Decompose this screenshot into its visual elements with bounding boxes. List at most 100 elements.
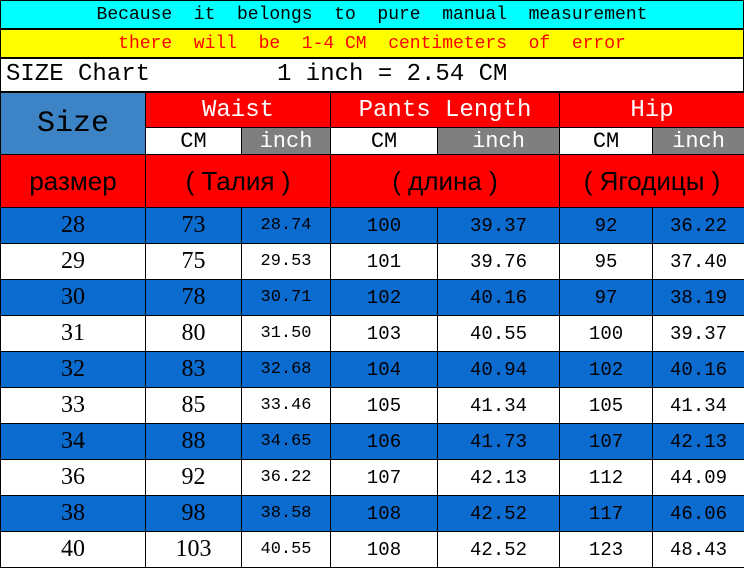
cell-length-cm: 103 [330, 315, 439, 352]
header-hip: Hip [559, 92, 744, 128]
cell-length-inch: 39.37 [437, 207, 561, 244]
cell-hip-cm: 117 [559, 495, 654, 532]
cell-hip-cm: 123 [559, 531, 654, 568]
cell-hip-cm: 95 [559, 243, 654, 280]
cell-size: 38 [0, 495, 146, 532]
cell-length-cm: 105 [330, 387, 439, 424]
cell-size: 28 [0, 207, 146, 244]
cell-waist-cm: 73 [145, 207, 242, 244]
unit-conversion: 1 inch = 2.54 CM [277, 61, 508, 88]
table-row: 38 98 38.58 108 42.52 117 46.06 [0, 495, 744, 532]
cell-length-cm: 108 [330, 531, 439, 568]
table-row: 29 75 29.53 101 39.76 95 37.40 [0, 243, 744, 280]
cell-length-cm: 107 [330, 459, 439, 496]
header-ru-size: размер [0, 154, 146, 208]
header-pants-length: Pants Length [330, 92, 561, 128]
cell-hip-cm: 97 [559, 279, 654, 316]
cell-size: 36 [0, 459, 146, 496]
size-chart-page: Because it belongs to pure manual measur… [0, 0, 744, 573]
cell-hip-inch: 40.16 [652, 351, 744, 388]
cell-waist-cm: 75 [145, 243, 242, 280]
table-row: 34 88 34.65 106 41.73 107 42.13 [0, 423, 744, 460]
cell-hip-cm: 105 [559, 387, 654, 424]
cell-waist-inch: 40.55 [240, 531, 332, 568]
cell-hip-inch: 36.22 [652, 207, 744, 244]
size-table: Size Waist Pants Length Hip CM inch CM i… [0, 92, 744, 568]
table-row: 30 78 30.71 102 40.16 97 38.19 [0, 279, 744, 316]
cell-waist-cm: 83 [145, 351, 242, 388]
cell-length-inch: 42.52 [437, 495, 561, 532]
cell-size: 32 [0, 351, 146, 388]
cell-waist-inch: 34.65 [240, 423, 332, 460]
table-row: 40 103 40.55 108 42.52 123 48.43 [0, 531, 744, 568]
cell-waist-cm: 78 [145, 279, 242, 316]
cell-waist-cm: 80 [145, 315, 242, 352]
chart-title: SIZE Chart [6, 61, 151, 88]
cell-length-cm: 102 [330, 279, 439, 316]
cell-length-inch: 40.94 [437, 351, 561, 388]
measurement-notice: Because it belongs to pure manual measur… [0, 0, 744, 29]
cell-waist-inch: 38.58 [240, 495, 332, 532]
cell-hip-cm: 107 [559, 423, 654, 460]
cell-hip-cm: 92 [559, 207, 654, 244]
table-row: 28 73 28.74 100 39.37 92 36.22 [0, 207, 744, 244]
cell-hip-cm: 100 [559, 315, 654, 352]
header-length-inch: inch [437, 127, 561, 155]
cell-hip-inch: 37.40 [652, 243, 744, 280]
cell-size: 33 [0, 387, 146, 424]
cell-waist-inch: 30.71 [240, 279, 332, 316]
header-waist-inch: inch [240, 127, 332, 155]
cell-size: 34 [0, 423, 146, 460]
cell-length-cm: 104 [330, 351, 439, 388]
cell-waist-cm: 88 [145, 423, 242, 460]
header-size: Size [0, 92, 146, 155]
cell-waist-cm: 92 [145, 459, 242, 496]
header-waist-cm: CM [145, 127, 242, 155]
error-notice: there will be 1-4 CM centimeters of erro… [0, 29, 744, 58]
table-row: 33 85 33.46 105 41.34 105 41.34 [0, 387, 744, 424]
cell-waist-cm: 98 [145, 495, 242, 532]
header-ru-length: ( длина ) [330, 154, 561, 208]
cell-waist-inch: 33.46 [240, 387, 332, 424]
cell-hip-inch: 42.13 [652, 423, 744, 460]
cell-hip-inch: 39.37 [652, 315, 744, 352]
cell-length-inch: 40.16 [437, 279, 561, 316]
cell-length-inch: 42.52 [437, 531, 561, 568]
table-row: 31 80 31.50 103 40.55 100 39.37 [0, 315, 744, 352]
cell-length-cm: 100 [330, 207, 439, 244]
cell-size: 30 [0, 279, 146, 316]
cell-length-cm: 101 [330, 243, 439, 280]
title-bar: SIZE Chart 1 inch = 2.54 CM [0, 58, 744, 92]
cell-waist-cm: 103 [145, 531, 242, 568]
cell-waist-inch: 36.22 [240, 459, 332, 496]
header-hip-cm: CM [559, 127, 654, 155]
cell-length-inch: 41.73 [437, 423, 561, 460]
cell-hip-inch: 41.34 [652, 387, 744, 424]
cell-waist-inch: 28.74 [240, 207, 332, 244]
cell-length-inch: 41.34 [437, 387, 561, 424]
cell-hip-inch: 38.19 [652, 279, 744, 316]
cell-hip-cm: 112 [559, 459, 654, 496]
cell-waist-inch: 31.50 [240, 315, 332, 352]
table-row: 36 92 36.22 107 42.13 112 44.09 [0, 459, 744, 496]
header-ru-waist: ( Талия ) [144, 154, 332, 208]
cell-hip-inch: 44.09 [652, 459, 744, 496]
cell-hip-cm: 102 [559, 351, 654, 388]
header-waist: Waist [144, 92, 332, 128]
header-length-cm: CM [330, 127, 439, 155]
cell-size: 31 [0, 315, 146, 352]
cell-waist-inch: 29.53 [240, 243, 332, 280]
header-hip-inch: inch [652, 127, 744, 155]
cell-length-inch: 42.13 [437, 459, 561, 496]
cell-length-cm: 108 [330, 495, 439, 532]
cell-size: 40 [0, 531, 146, 568]
cell-length-cm: 106 [330, 423, 439, 460]
table-row: 32 83 32.68 104 40.94 102 40.16 [0, 351, 744, 388]
cell-length-inch: 40.55 [437, 315, 561, 352]
cell-size: 29 [0, 243, 146, 280]
header-ru-hip: ( Ягодицы ) [559, 154, 744, 208]
cell-waist-inch: 32.68 [240, 351, 332, 388]
cell-hip-inch: 46.06 [652, 495, 744, 532]
cell-hip-inch: 48.43 [652, 531, 744, 568]
cell-length-inch: 39.76 [437, 243, 561, 280]
